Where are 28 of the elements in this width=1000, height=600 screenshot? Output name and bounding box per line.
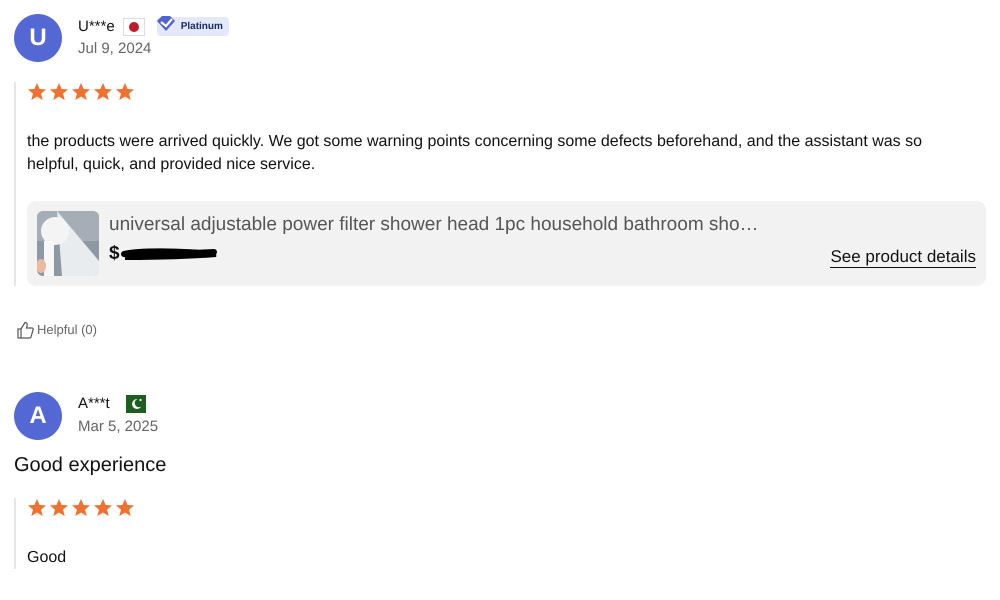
star-icon xyxy=(27,82,47,102)
avatar: A xyxy=(14,392,62,440)
helpful-button[interactable]: Helpful (0) xyxy=(37,320,97,340)
review-text: Good xyxy=(27,548,68,568)
review-title: Good experience xyxy=(14,452,168,478)
tier-badge: Platinum xyxy=(156,17,229,36)
product-card[interactable]: universal adjustable power filter shower head 1pc household bathroom sho… $ See product details xyxy=(27,201,986,286)
star-icon xyxy=(93,498,113,518)
review-date: Mar 5, 2025 xyxy=(78,416,158,436)
star-icon xyxy=(93,82,113,102)
star-icon xyxy=(115,82,135,102)
reviewer-name: U***e xyxy=(78,16,115,36)
flag-icon xyxy=(122,18,145,36)
star-icon xyxy=(49,82,69,102)
star-icon xyxy=(27,498,47,518)
star-icon xyxy=(71,498,91,518)
product-price: $ xyxy=(109,242,120,266)
flag-icon xyxy=(126,395,146,414)
review-date: Jul 9, 2024 xyxy=(78,39,152,59)
thumbs-up-icon xyxy=(16,320,34,339)
reviewer-name: A***t xyxy=(78,394,110,414)
star-icon xyxy=(49,498,69,518)
product-details-link[interactable]: See product details xyxy=(830,247,976,268)
star-icon xyxy=(71,82,91,102)
review-text: the products were arrived quickly. We got some warning points concerning some defects beforehand, and the assistant was so helpful, quick, and provided nice service. xyxy=(27,132,923,175)
product-title: universal adjustable power filter shower head 1pc household bathroom sho… xyxy=(109,213,760,237)
avatar: U xyxy=(14,14,62,62)
star-icon xyxy=(115,498,135,518)
